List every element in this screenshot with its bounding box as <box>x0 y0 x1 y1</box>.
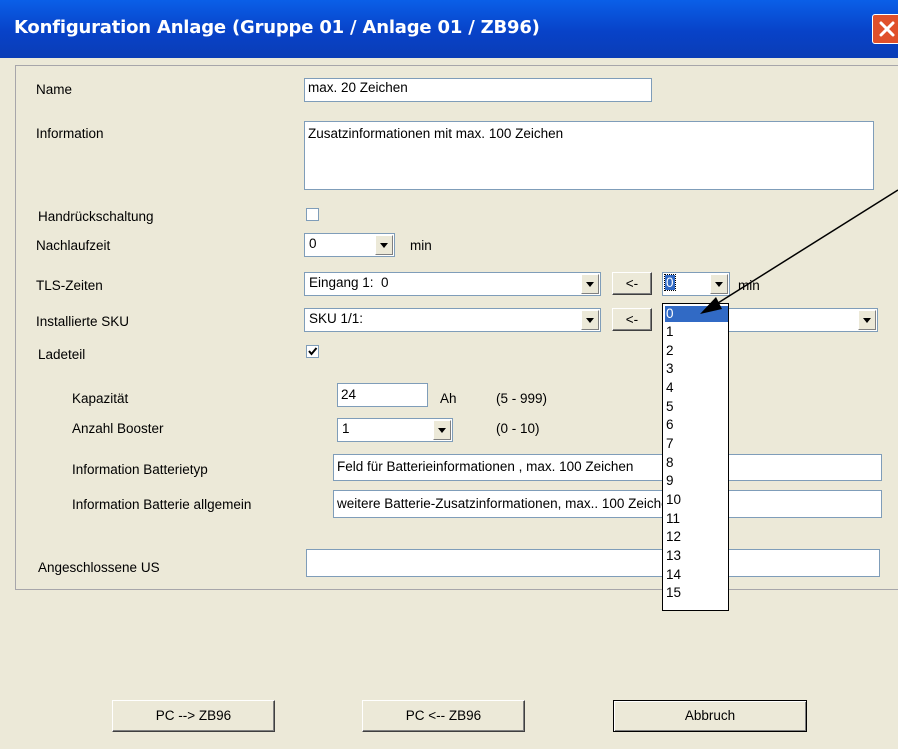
pc-to-zb96-button[interactable]: PC --> ZB96 <box>112 700 275 732</box>
abbruch-button[interactable]: Abbruch <box>613 700 807 732</box>
zb96-to-pc-button[interactable]: PC <-- ZB96 <box>362 700 525 732</box>
annotation-arrow <box>700 189 898 314</box>
dialog-window: Konfiguration Anlage (Gruppe 01 / Anlage… <box>0 0 898 749</box>
